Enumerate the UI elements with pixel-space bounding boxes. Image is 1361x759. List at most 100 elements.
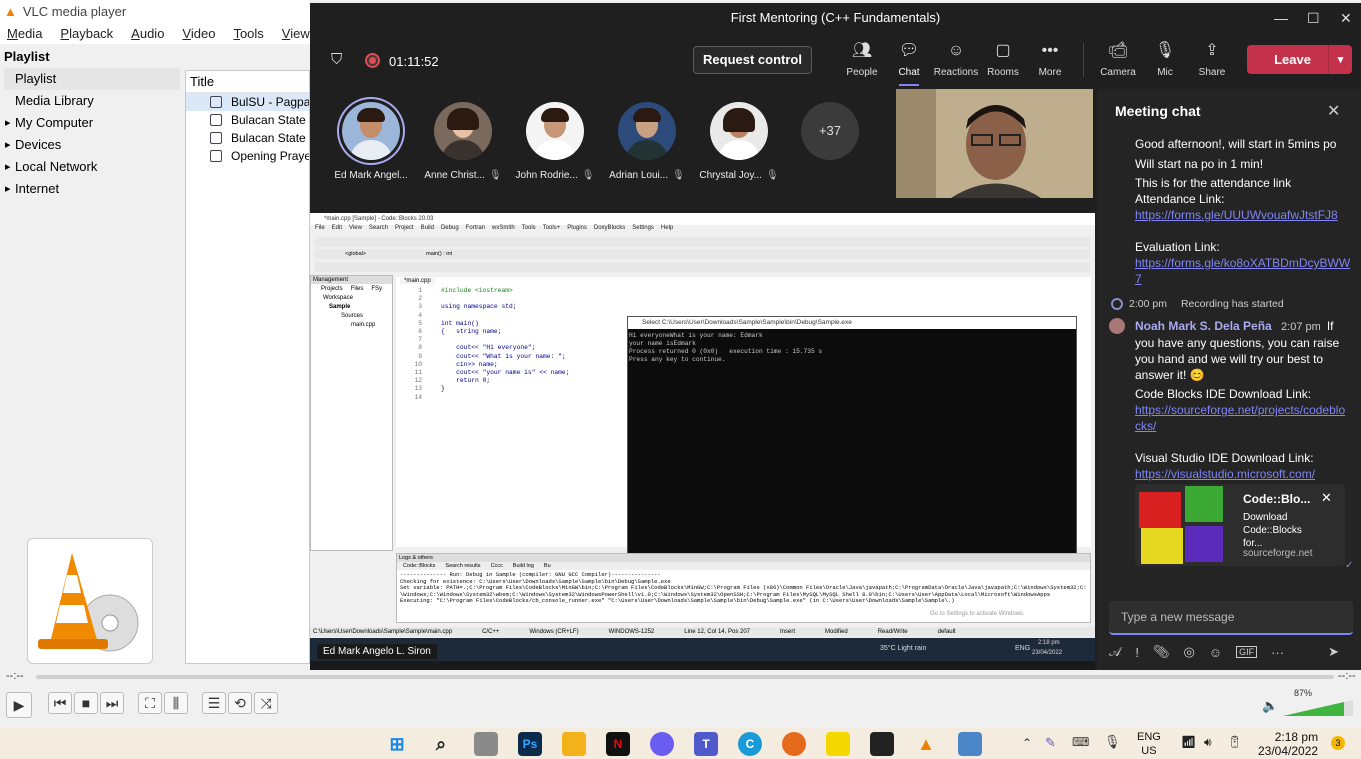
sidebar-item-playlist[interactable]: Playlist: [4, 68, 180, 90]
netflix-icon[interactable]: N: [606, 732, 630, 756]
log-tab[interactable]: Search results: [445, 563, 480, 569]
log-tab[interactable]: Bu: [544, 563, 551, 569]
more-participants-button[interactable]: +37: [801, 102, 859, 160]
reactions-button[interactable]: ☺ Reactions: [932, 41, 980, 78]
leave-button[interactable]: Leave ▾: [1247, 45, 1352, 74]
gif-icon[interactable]: GIF: [1236, 646, 1258, 658]
menu-view[interactable]: View: [282, 26, 310, 41]
start-icon[interactable]: ⊞: [385, 732, 409, 756]
canva-icon[interactable]: C: [738, 732, 762, 756]
scope-select[interactable]: <global>: [345, 249, 366, 259]
visual-studio-link[interactable]: https://visualstudio.microsoft.com/: [1135, 466, 1351, 482]
close-window-icon[interactable]: ✕: [1340, 10, 1352, 27]
more-options-icon[interactable]: ···: [1271, 645, 1284, 660]
log-tab[interactable]: Code::Blocks: [403, 563, 435, 569]
cb-menu-item[interactable]: Settings: [632, 225, 654, 235]
fullscreen-button[interactable]: ⛶: [138, 692, 162, 714]
close-chat-icon[interactable]: ✕: [1327, 101, 1340, 121]
list-item[interactable]: Bulacan State U: [186, 129, 309, 147]
avatar[interactable]: [1109, 318, 1125, 334]
attach-icon[interactable]: 📎︎: [1153, 644, 1170, 660]
playlist-toggle-button[interactable]: ☰: [202, 692, 226, 714]
tab-files[interactable]: Files: [351, 286, 364, 292]
cb-menu-item[interactable]: Fortran: [466, 225, 485, 235]
tab-fsy[interactable]: FSy: [371, 286, 382, 292]
chevron-down-icon[interactable]: ▾: [1328, 45, 1352, 74]
cb-menu-item[interactable]: Tools: [522, 225, 536, 235]
menu-video[interactable]: Video: [182, 26, 215, 41]
evaluation-link[interactable]: https://forms.gle/ko8oXATBDmDcyBWW7: [1135, 255, 1351, 287]
previous-button[interactable]: ⏮: [48, 692, 72, 714]
tree-sources[interactable]: Sources: [323, 312, 392, 321]
next-button[interactable]: ⏭: [100, 692, 124, 714]
sidebar-item-devices[interactable]: Devices: [4, 134, 180, 156]
chat-button[interactable]: 💬︎ Chat: [885, 41, 933, 86]
cb-menu-item[interactable]: Project: [395, 225, 414, 235]
cb-menu-item[interactable]: File: [315, 225, 325, 235]
chat-message-input[interactable]: Type a new message: [1109, 601, 1353, 635]
cb-menu-item[interactable]: Edit: [332, 225, 342, 235]
play-button[interactable]: ▶: [6, 692, 32, 718]
menu-audio[interactable]: Audio: [131, 26, 164, 41]
camera-button[interactable]: 📹︎ Camera: [1094, 41, 1142, 78]
list-item[interactable]: Bulacan State U: [186, 111, 309, 129]
sidebar-item-local-network[interactable]: Local Network: [4, 156, 180, 178]
function-select[interactable]: main() : int: [426, 249, 452, 259]
attendance-link[interactable]: https://forms.gle/UUUWvouafwJtstFJ8: [1135, 207, 1351, 223]
participant-tile[interactable]: Anne Christ... 🎙︎: [423, 102, 503, 181]
volume-icon[interactable]: 🔊︎: [1204, 735, 1212, 750]
sidebar-item-my-computer[interactable]: My Computer: [4, 112, 180, 134]
messenger-icon[interactable]: [650, 732, 674, 756]
mic-button[interactable]: 🎙︎ Mic: [1141, 41, 1189, 78]
share-button[interactable]: ⇪ Share: [1188, 41, 1236, 78]
emoji-icon[interactable]: ☺: [1209, 645, 1222, 660]
list-item[interactable]: BulSU - Pagpas: [186, 93, 309, 111]
tab-projects[interactable]: Projects: [321, 286, 343, 292]
menu-tools[interactable]: Tools: [233, 26, 263, 41]
chevron-up-icon[interactable]: ⌃: [1022, 736, 1032, 750]
speaker-icon[interactable]: 🔈: [1262, 698, 1278, 714]
cb-menu-item[interactable]: Help: [661, 225, 673, 235]
loop-icon[interactable]: ◎: [1183, 644, 1194, 660]
minimize-icon[interactable]: —: [1274, 10, 1288, 26]
file-explorer-icon[interactable]: [562, 732, 586, 756]
teams-icon[interactable]: T: [694, 732, 718, 756]
format-icon[interactable]: 𝒜: [1109, 644, 1121, 660]
firefox-icon[interactable]: [782, 732, 806, 756]
cb-menu-item[interactable]: DoxyBlocks: [594, 225, 625, 235]
pen-icon[interactable]: ✎: [1045, 735, 1056, 751]
sidebar-item-internet[interactable]: Internet: [4, 178, 180, 200]
sender-name[interactable]: Noah Mark S. Dela Peña: [1135, 319, 1272, 333]
notification-badge[interactable]: 3: [1331, 736, 1345, 750]
menu-playback[interactable]: Playback: [60, 26, 113, 41]
rooms-button[interactable]: ▢ Rooms: [979, 41, 1027, 78]
mysql-shell-icon[interactable]: [870, 732, 894, 756]
cb-menu-item[interactable]: Tools+: [543, 225, 561, 235]
maximize-icon[interactable]: ☐: [1307, 10, 1320, 27]
menu-media[interactable]: Media: [7, 26, 42, 41]
codeblocks-link[interactable]: https://sourceforge.net/projects/codeblo…: [1135, 402, 1351, 434]
cb-menu-item[interactable]: Debug: [441, 225, 459, 235]
cb-menu-item[interactable]: Search: [369, 225, 388, 235]
log-tab[interactable]: Build log: [513, 563, 534, 569]
participant-tile[interactable]: Chrystal Joy... 🎙︎: [699, 102, 779, 181]
stop-button[interactable]: ■: [74, 692, 98, 714]
search-icon[interactable]: ⌕: [429, 732, 453, 756]
console-window[interactable]: Select C:\Users\User\Downloads\Sample\Sa…: [627, 316, 1077, 576]
volume-slider[interactable]: [1283, 700, 1353, 716]
important-icon[interactable]: !: [1135, 645, 1139, 660]
column-header-title[interactable]: Title: [186, 71, 309, 93]
photoshop-icon[interactable]: Ps: [518, 732, 542, 756]
tree-workspace[interactable]: Workspace: [323, 294, 392, 303]
sidebar-item-media-library[interactable]: Media Library: [4, 90, 180, 112]
cb-menu-item[interactable]: Plugins: [567, 225, 587, 235]
people-button[interactable]: 👥︎ People: [838, 41, 886, 78]
shuffle-button[interactable]: ⤨: [254, 692, 278, 714]
seek-bar[interactable]: --:-- --:--: [0, 668, 1361, 686]
seek-track[interactable]: [36, 675, 1334, 679]
vlc-taskbar-icon[interactable]: ▲: [914, 732, 938, 756]
close-preview-icon[interactable]: ✕: [1321, 490, 1332, 506]
keyboard-icon[interactable]: ⌨: [1072, 735, 1089, 749]
more-button[interactable]: ••• More: [1026, 41, 1074, 78]
mic-off-icon[interactable]: 🎙︎: [1104, 734, 1121, 750]
